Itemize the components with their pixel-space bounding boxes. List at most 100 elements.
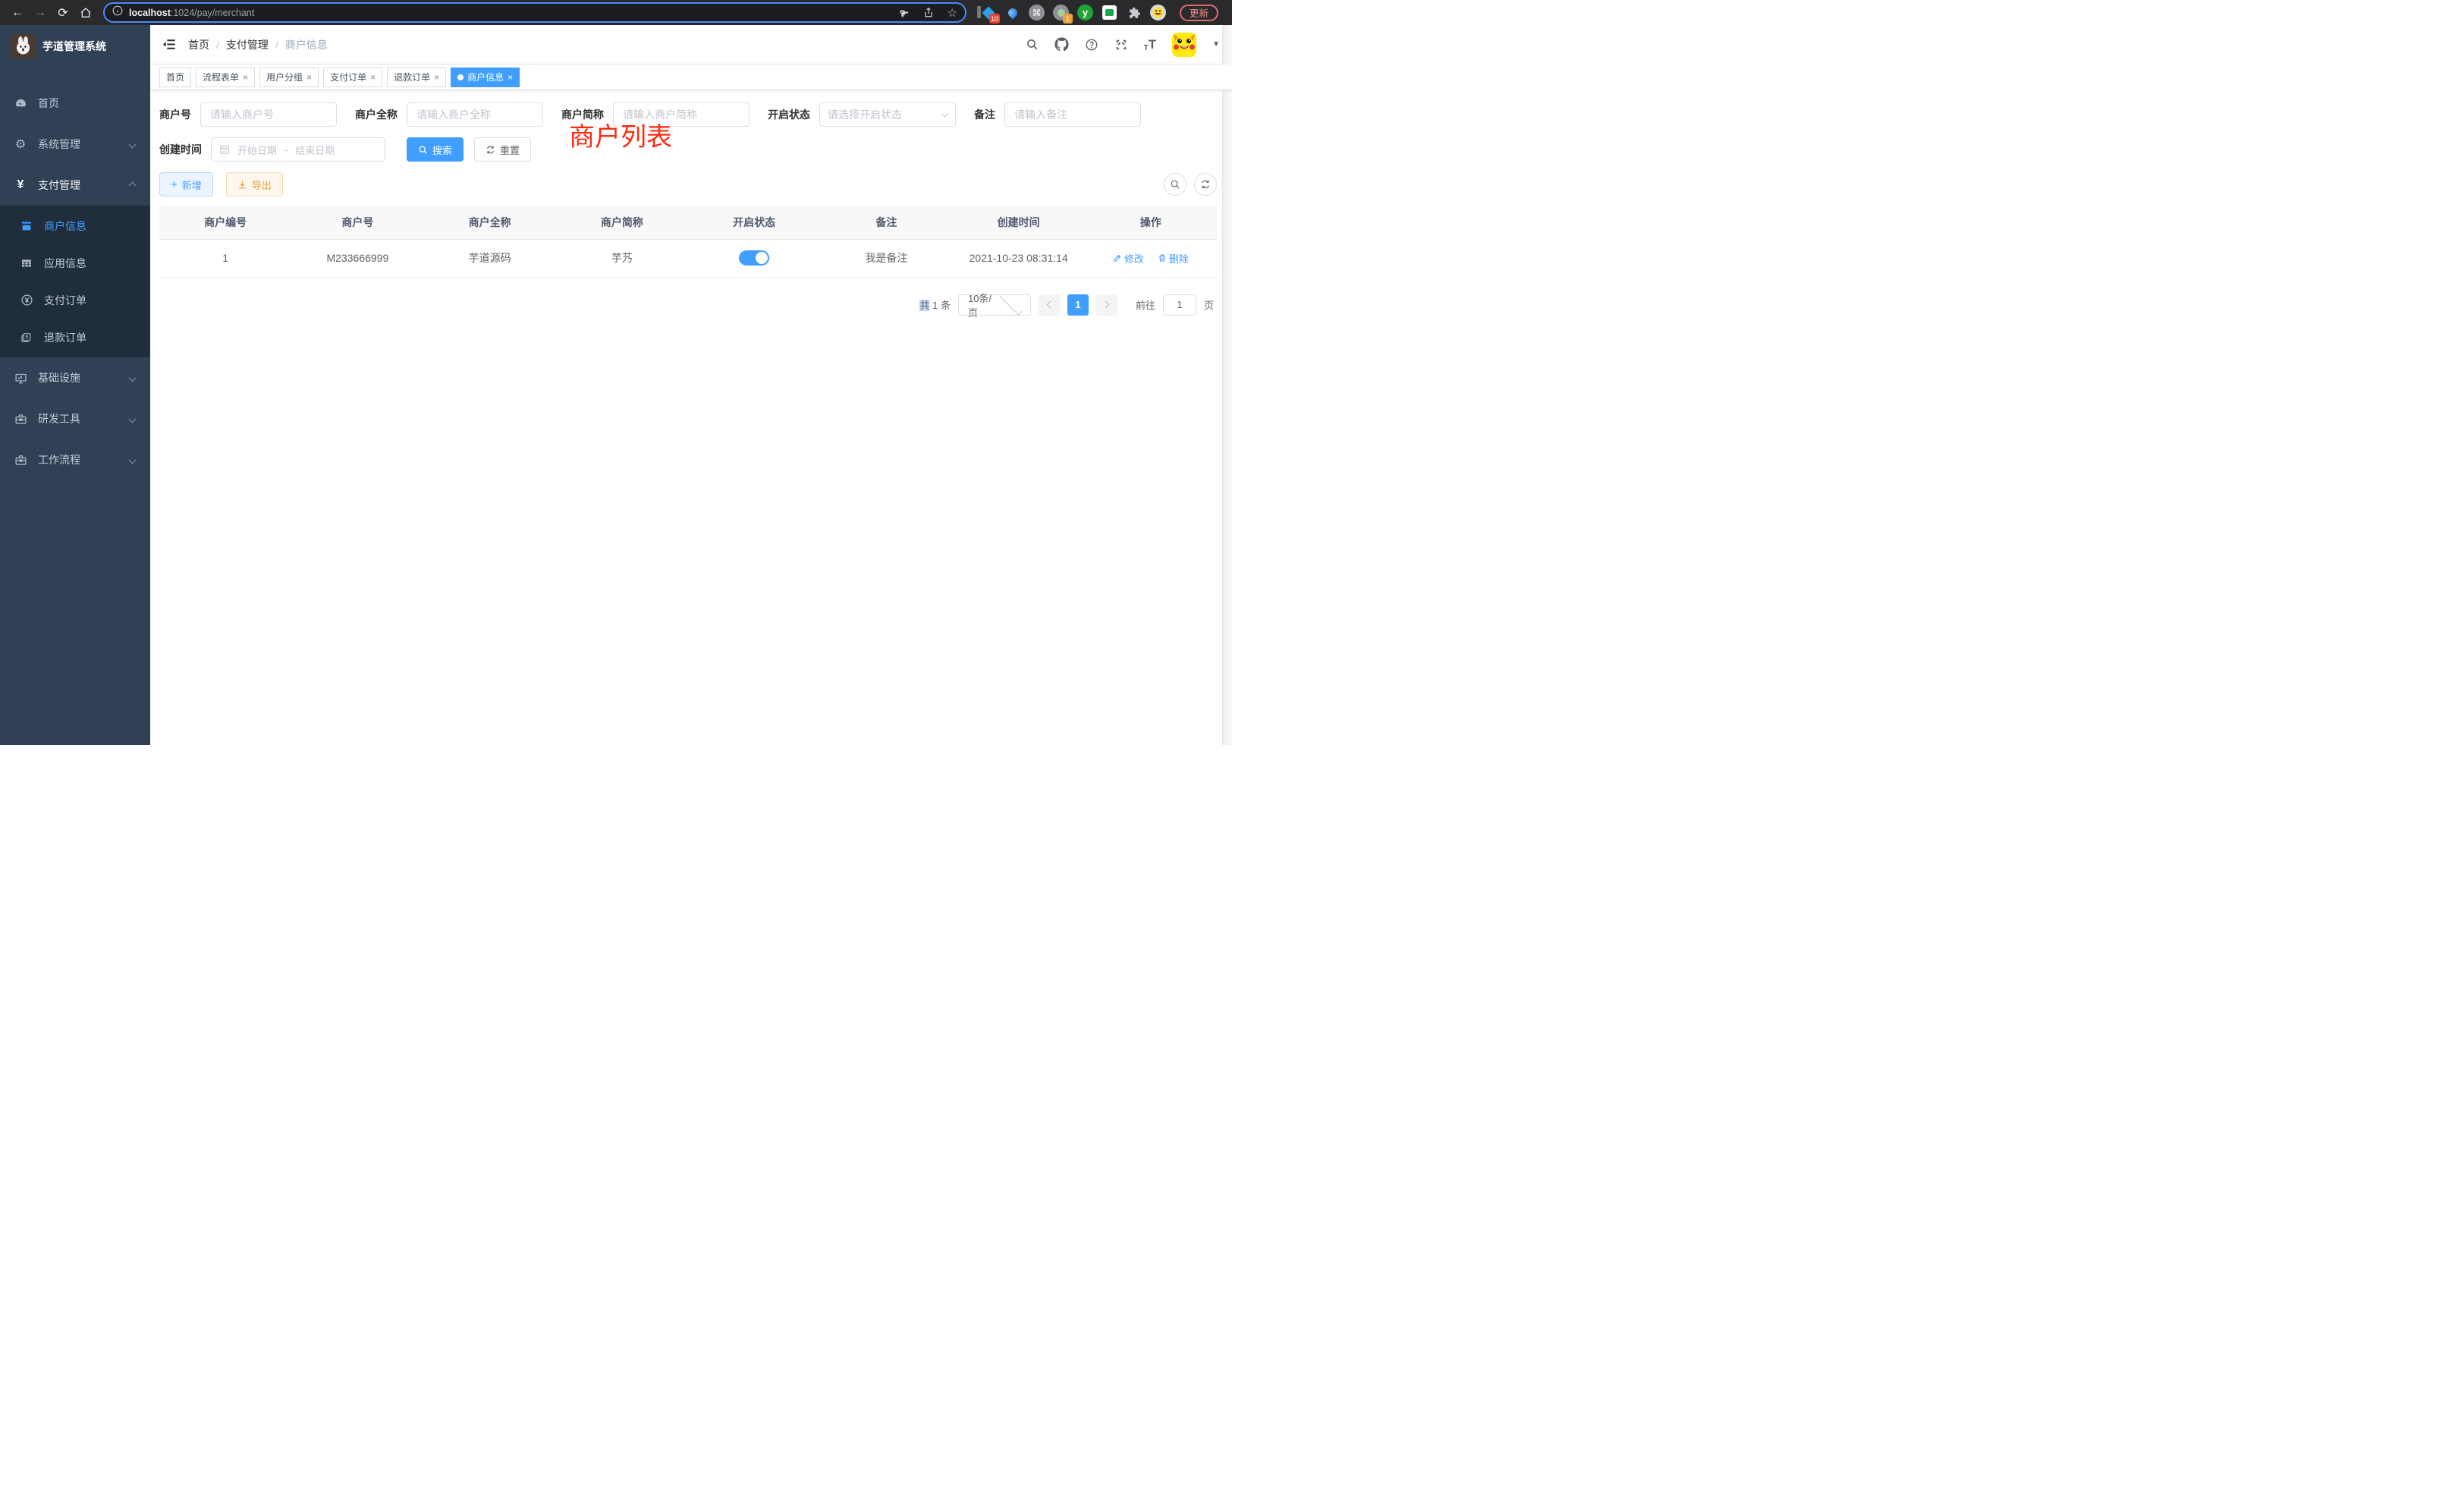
merchant-no-input[interactable]	[200, 102, 337, 127]
tab-merchant-info[interactable]: 商户信息×	[451, 68, 520, 87]
sidebar-item-home[interactable]: 首页	[0, 83, 150, 124]
filter-short-name: 商户简称	[561, 102, 750, 127]
status-select[interactable]: 请选择开启状态	[819, 102, 956, 127]
bookmark-star-icon[interactable]: ☆	[948, 6, 957, 20]
pagination: 共 1 条 10条/页 1 前往 页	[159, 294, 1214, 316]
toggle-search-button[interactable]	[1164, 173, 1186, 196]
wallet-extension-icon[interactable]: 10	[980, 5, 996, 20]
avatar-caret-icon[interactable]: ▼	[1212, 40, 1220, 49]
chat-extension-icon[interactable]	[1102, 5, 1117, 20]
pin-extension-icon[interactable]	[1004, 5, 1020, 20]
sidebar-item-refund-orders[interactable]: 退款订单	[0, 319, 150, 356]
col-merchant-no: 商户号	[291, 206, 423, 239]
plus-icon: +	[171, 179, 178, 190]
back-icon[interactable]: ←	[8, 3, 27, 23]
chevron-down-icon	[129, 374, 137, 382]
gear-icon: ⚙	[14, 137, 27, 152]
header-actions: TT ▼	[1026, 33, 1220, 57]
col-status: 开启状态	[688, 206, 820, 239]
proxy-badge: 1	[1063, 14, 1073, 24]
sidebar-item-workflow[interactable]: 工作流程	[0, 439, 150, 480]
close-icon[interactable]: ×	[370, 72, 376, 83]
help-icon[interactable]	[1085, 38, 1098, 52]
sidebar-item-dev-tools[interactable]: 研发工具	[0, 398, 150, 439]
tab-refund-orders[interactable]: 退款订单×	[387, 68, 446, 87]
sidebar-item-merchant-info[interactable]: 商户信息	[0, 207, 150, 244]
page-scrollbar[interactable]	[1222, 25, 1232, 745]
sidebar-item-system[interactable]: ⚙ 系统管理	[0, 124, 150, 165]
url-text[interactable]: localhost:1024/pay/merchant	[129, 8, 885, 18]
table-tools	[1164, 173, 1217, 196]
create-time-range-picker[interactable]: 开始日期 - 结束日期	[211, 137, 385, 162]
col-merchant-id: 商户编号	[159, 206, 291, 239]
prev-page-button[interactable]	[1039, 294, 1060, 316]
share-icon[interactable]	[923, 7, 934, 18]
y-extension-icon[interactable]: y	[1077, 5, 1093, 20]
full-name-input[interactable]	[407, 102, 543, 127]
command-extension-icon[interactable]: ⌘	[1029, 5, 1045, 20]
trash-icon	[1158, 253, 1167, 262]
grid-icon	[20, 257, 33, 269]
edit-link[interactable]: 修改	[1113, 251, 1144, 266]
next-page-button[interactable]	[1096, 294, 1117, 316]
breadcrumb-payment[interactable]: 支付管理	[226, 37, 269, 52]
breadcrumb-home[interactable]: 首页	[188, 37, 209, 52]
tab-pay-orders[interactable]: 支付订单×	[323, 68, 382, 87]
table-row: 1 M233666999 芋道源码 芋艿 我是备注 2021-10-23 08:…	[159, 239, 1217, 277]
page-1-button[interactable]: 1	[1067, 294, 1089, 316]
sidebar-item-app-info[interactable]: 应用信息	[0, 244, 150, 281]
short-name-input[interactable]	[613, 102, 750, 127]
browser-menu-icon[interactable]: ⋮	[1227, 6, 1232, 20]
proxy-extension-icon[interactable]: 1	[1053, 5, 1069, 20]
sidebar-item-pay-orders[interactable]: 支付订单	[0, 281, 150, 319]
page-size-select[interactable]: 10条/页	[958, 294, 1031, 316]
search-button[interactable]: 搜索	[407, 137, 464, 162]
remark-input[interactable]	[1004, 102, 1141, 127]
app-logo-row[interactable]: 芋道管理系统	[0, 25, 150, 68]
briefcase-icon	[14, 454, 27, 467]
reload-icon[interactable]: ⟳	[53, 3, 73, 23]
home-icon[interactable]	[76, 3, 96, 23]
filter-create-time: 创建时间 开始日期 - 结束日期	[159, 137, 385, 162]
user-avatar[interactable]	[1172, 33, 1196, 57]
refresh-table-button[interactable]	[1194, 173, 1217, 196]
header-search-icon[interactable]	[1026, 38, 1039, 51]
tab-process-form[interactable]: 流程表单×	[196, 68, 255, 87]
sidebar-item-payment[interactable]: ¥ 支付管理	[0, 165, 150, 206]
extensions-puzzle-icon[interactable]	[1126, 5, 1142, 20]
sidebar-fold-icon[interactable]	[150, 25, 188, 64]
password-key-icon[interactable]	[898, 7, 910, 18]
sidebar-item-infrastructure[interactable]: 基础设施	[0, 357, 150, 398]
forward-icon[interactable]: →	[30, 3, 50, 23]
tab-home[interactable]: 首页	[159, 68, 191, 87]
tab-user-group[interactable]: 用户分组×	[259, 68, 319, 87]
start-date-placeholder: 开始日期	[237, 143, 277, 157]
chevron-down-icon	[129, 140, 137, 148]
add-button[interactable]: + 新增	[159, 172, 213, 196]
close-icon[interactable]: ×	[306, 72, 312, 83]
sidebar-item-label: 研发工具	[38, 411, 119, 426]
button-label: 重置	[500, 143, 520, 157]
font-size-icon[interactable]: TT	[1144, 37, 1157, 52]
fullscreen-icon[interactable]	[1114, 38, 1128, 52]
browser-update-button[interactable]: 更新	[1180, 5, 1218, 21]
table-header-row: 商户编号 商户号 商户全称 商户简称 开启状态 备注 创建时间 操作	[159, 206, 1217, 239]
export-button[interactable]: 导出	[226, 172, 283, 196]
reset-button[interactable]: 重置	[474, 137, 531, 162]
close-icon[interactable]: ×	[243, 72, 248, 83]
col-short-name: 商户简称	[556, 206, 688, 239]
emoji-extension-icon[interactable]	[1150, 5, 1166, 20]
close-icon[interactable]: ×	[508, 72, 513, 83]
goto-page-input[interactable]	[1163, 294, 1196, 316]
address-bar[interactable]: localhost:1024/pay/merchant ☆	[103, 2, 966, 23]
status-toggle[interactable]	[739, 250, 769, 266]
close-icon[interactable]: ×	[434, 72, 439, 83]
chat-square	[1102, 5, 1117, 20]
merchant-table: 商户编号 商户号 商户全称 商户简称 开启状态 备注 创建时间 操作 1	[159, 206, 1217, 278]
site-info-icon[interactable]	[112, 5, 123, 20]
github-icon[interactable]	[1054, 37, 1069, 52]
sidebar-item-label: 商户信息	[44, 218, 86, 234]
total-unit: 条	[941, 300, 951, 311]
delete-link[interactable]: 删除	[1158, 251, 1189, 266]
monitor-icon	[14, 372, 27, 385]
